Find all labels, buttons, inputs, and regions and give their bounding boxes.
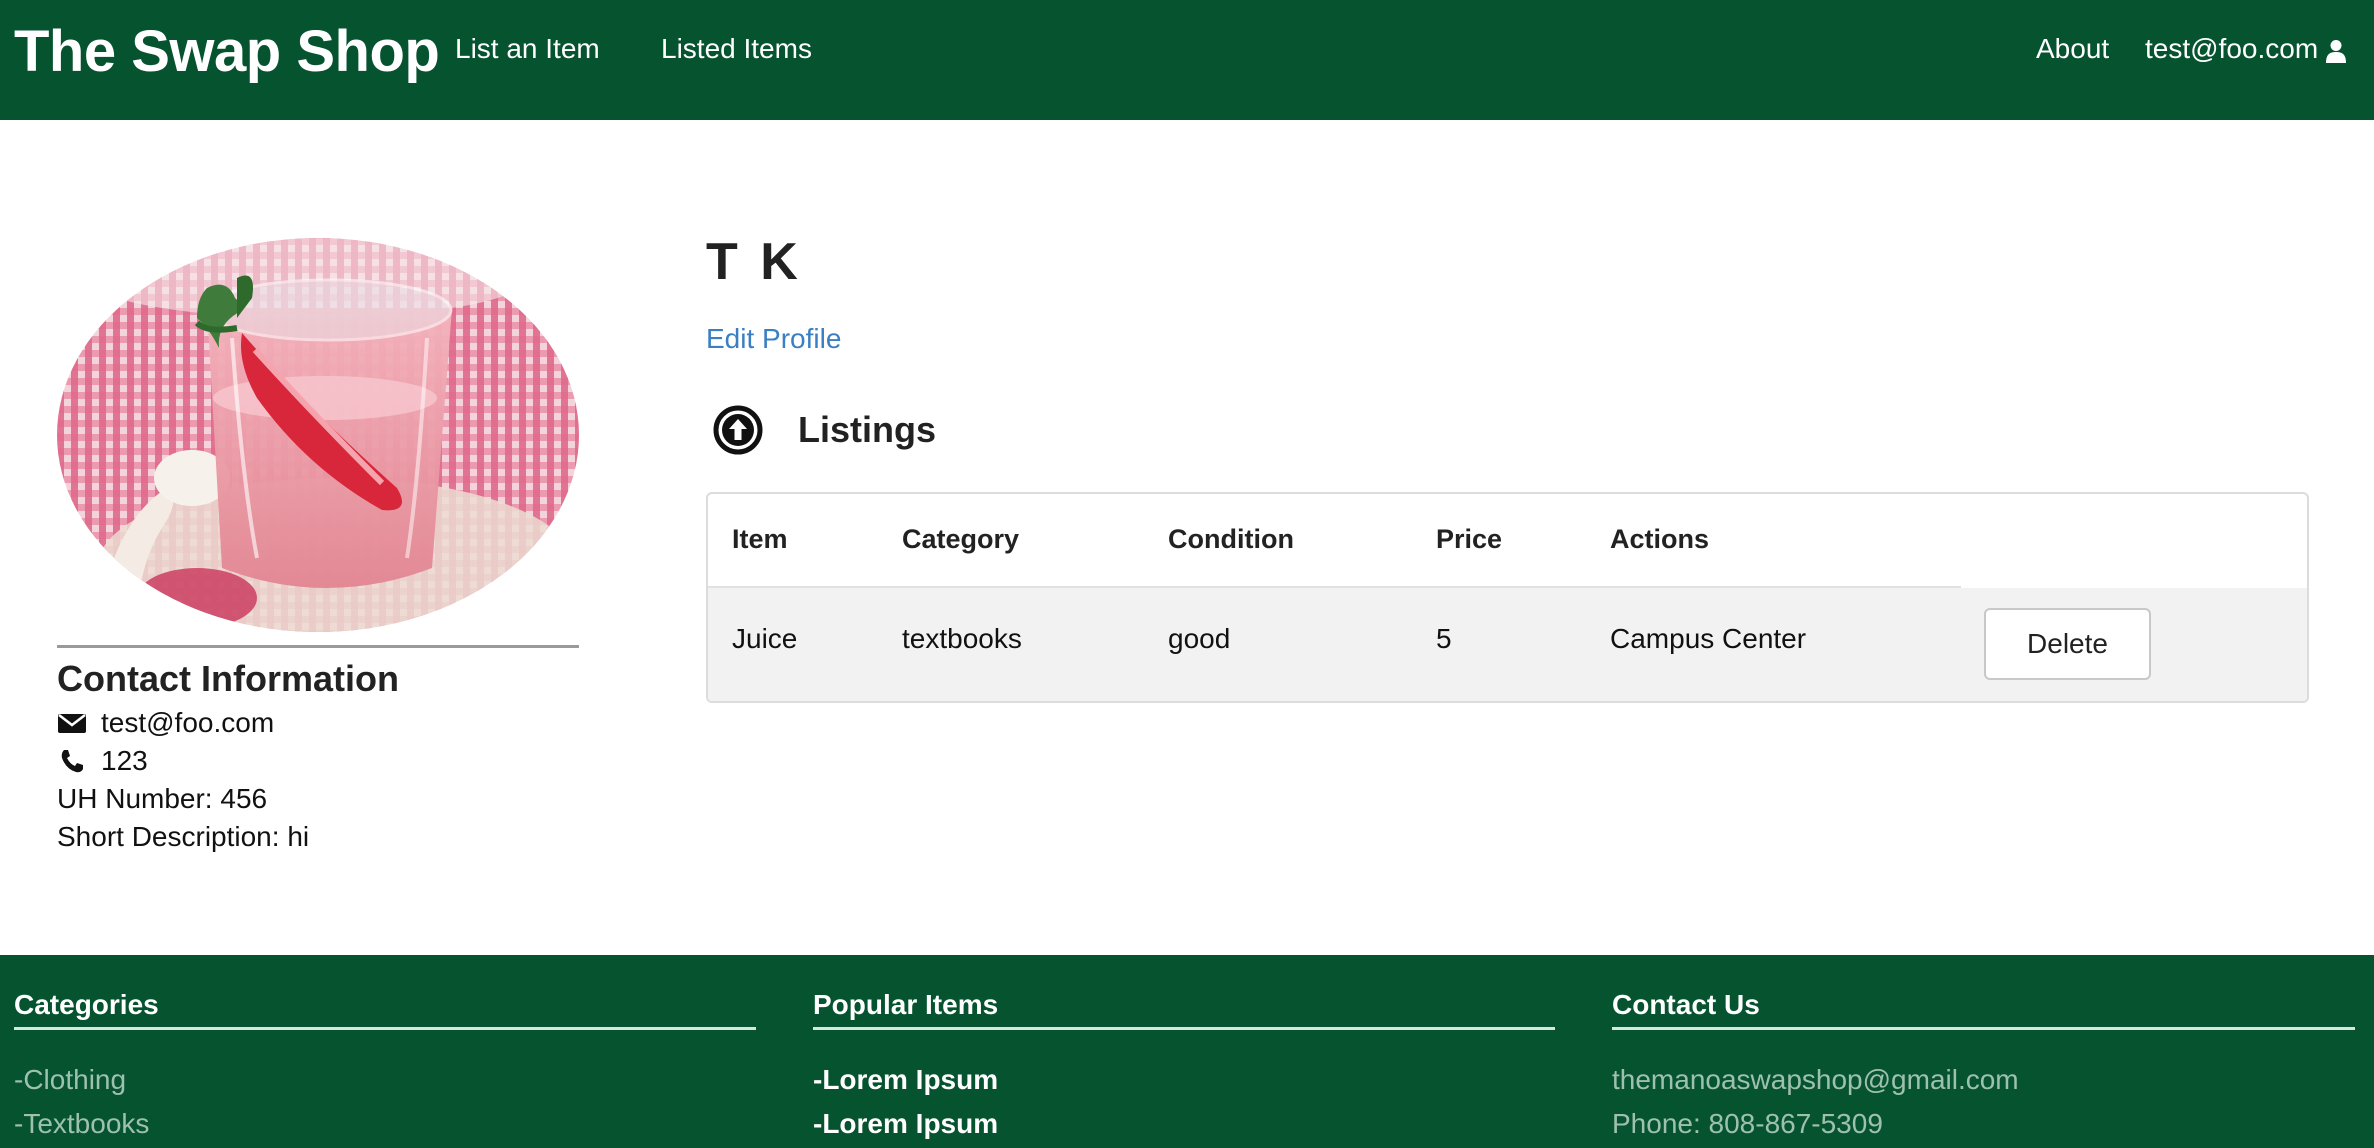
phone-icon (57, 747, 87, 775)
nav-list-an-item[interactable]: List an Item (455, 33, 600, 65)
footer-popular-link[interactable]: -Lorem Ipsum (813, 1102, 1555, 1146)
listings-table: Item Category Condition Price Actions Ju… (706, 492, 2309, 703)
footer-popular-title: Popular Items (813, 989, 999, 1020)
footer: Categories -Clothing -Textbooks Popular … (0, 955, 2374, 1148)
top-navbar: The Swap Shop List an Item Listed Items … (0, 0, 2374, 120)
cell-location: Campus Center (1610, 623, 1807, 654)
footer-popular-link[interactable]: -Lorem Ipsum (813, 1058, 1555, 1102)
contact-phone: 123 (57, 745, 148, 777)
short-description: Short Description: hi (57, 821, 310, 852)
user-icon (2326, 38, 2347, 63)
profile-name: T K (706, 233, 802, 291)
cell-item: Juice (732, 623, 798, 654)
contact-email: test@foo.com (57, 707, 274, 739)
footer-divider (1612, 1027, 2355, 1030)
footer-contact-email[interactable]: themanoaswapshop@gmail.com (1612, 1058, 2355, 1102)
contact-information-heading: Contact Information (57, 658, 399, 699)
edit-profile-link[interactable]: Edit Profile (706, 323, 841, 355)
footer-divider (813, 1027, 1555, 1030)
cell-category: textbooks (902, 623, 1022, 654)
listings-header: Listings (712, 404, 936, 456)
nav-listed-items[interactable]: Listed Items (661, 33, 812, 65)
listings-title: Listings (798, 409, 937, 450)
contact-email-value: test@foo.com (101, 707, 275, 738)
footer-contact-us: Contact Us themanoaswapshop@gmail.com Ph… (1612, 989, 2355, 1146)
footer-category-link[interactable]: -Textbooks (14, 1102, 756, 1146)
nav-about[interactable]: About (2036, 33, 2109, 65)
footer-contact-phone: Phone: 808-867-5309 (1612, 1108, 1883, 1139)
footer-category-link[interactable]: -Clothing (14, 1058, 756, 1102)
footer-contact-title: Contact Us (1612, 989, 1760, 1020)
user-email-label: test@foo.com (2145, 33, 2319, 64)
cell-condition: good (1168, 623, 1231, 654)
contact-phone-value: 123 (101, 745, 148, 776)
footer-categories: Categories -Clothing -Textbooks (14, 989, 756, 1146)
uh-number: UH Number: 456 (57, 783, 268, 814)
header-condition[interactable]: Condition (1168, 524, 1294, 555)
header-item[interactable]: Item (732, 524, 788, 555)
header-actions[interactable]: Actions (1610, 524, 1709, 555)
table-header-row: Item Category Condition Price Actions (708, 494, 2307, 587)
cell-price: 5 (1436, 623, 1452, 654)
profile-avatar (57, 238, 579, 632)
profile-divider (57, 645, 579, 648)
footer-popular-items: Popular Items -Lorem Ipsum -Lorem Ipsum (813, 989, 1555, 1146)
nav-user-menu[interactable]: test@foo.com (2145, 33, 2347, 65)
envelope-icon (57, 709, 87, 737)
arrow-circle-up-icon (712, 404, 764, 456)
delete-button[interactable]: Delete (1984, 608, 2151, 680)
footer-divider (14, 1027, 756, 1030)
header-category[interactable]: Category (902, 524, 1019, 555)
footer-categories-title: Categories (14, 989, 159, 1020)
brand-logo[interactable]: The Swap Shop (14, 18, 440, 85)
header-price[interactable]: Price (1436, 524, 1502, 555)
